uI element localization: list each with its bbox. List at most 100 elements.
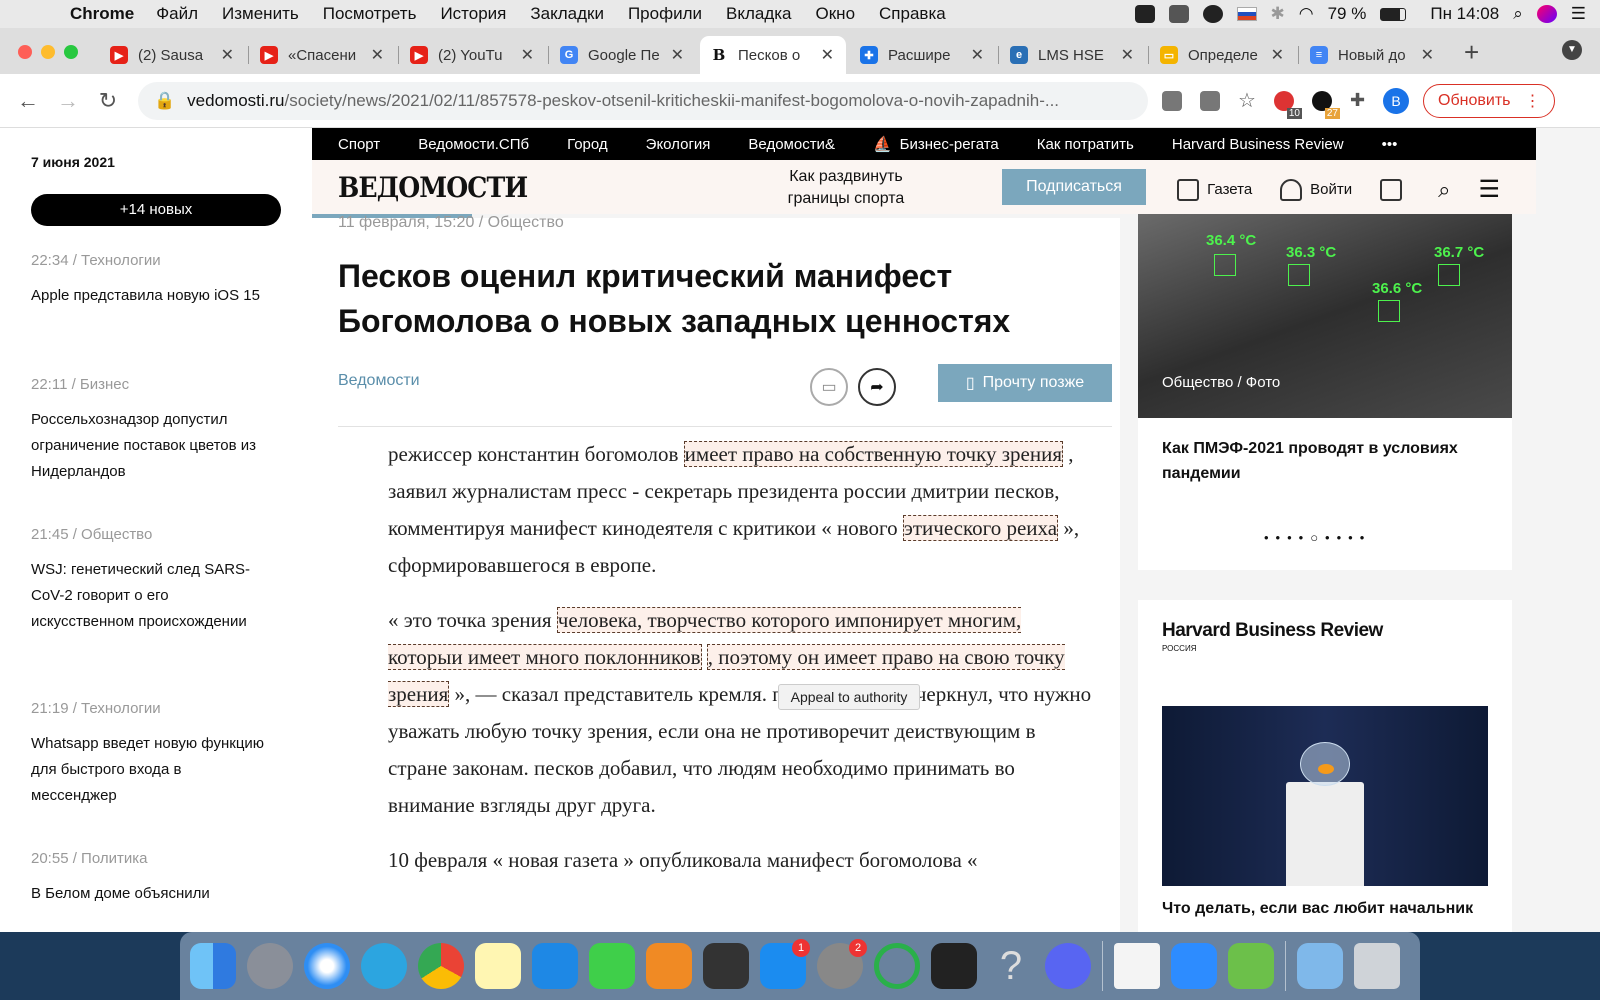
install-app-icon[interactable] — [1200, 90, 1220, 111]
list-item[interactable]: 21:45 / Общество WSJ: генетический след S… — [31, 526, 271, 635]
share-icon[interactable]: ➦ — [858, 368, 896, 406]
hamburger-menu-icon[interactable]: ☰ — [1478, 175, 1500, 204]
menu-window[interactable]: Окно — [816, 4, 856, 24]
lock-icon[interactable]: 🔒 — [154, 91, 175, 111]
discord-icon[interactable] — [1045, 943, 1091, 989]
tab-docs[interactable]: ≡ Новый до ✕ — [1300, 36, 1446, 74]
profile-avatar[interactable]: B — [1383, 87, 1410, 114]
highlighted-fragment[interactable]: имеет право на собственную точку зрения — [683, 441, 1064, 467]
article-source[interactable]: Ведомости — [338, 372, 420, 390]
menu-app-name[interactable]: Chrome — [70, 4, 134, 24]
app-store-icon[interactable]: 1 — [760, 939, 810, 989]
menu-edit[interactable]: Изменить — [222, 4, 299, 24]
clock[interactable]: Пн 14:08 — [1430, 4, 1499, 24]
card-title[interactable]: Как ПМЭФ-2021 проводят в условиях пандем… — [1162, 436, 1482, 486]
tab-extensions[interactable]: ✚ Расшире ✕ — [850, 36, 999, 74]
tab-vedomosti-active[interactable]: В Песков о ✕ — [700, 36, 846, 74]
carousel-dots[interactable]: ••••○•••• — [1264, 530, 1371, 545]
activity-ring-icon[interactable] — [874, 943, 920, 989]
hbr-logo[interactable]: Harvard Business Review РОССИЯ — [1162, 621, 1383, 658]
goldfish-pedestal-image[interactable] — [1162, 706, 1488, 886]
close-tab-icon[interactable]: ✕ — [821, 45, 834, 65]
nav-link-spb[interactable]: Ведомости.СПб — [418, 136, 529, 153]
extensions-puzzle-icon[interactable]: ✚ — [1350, 90, 1365, 111]
tab-youtube-3[interactable]: ▶ (2) YouTu ✕ — [400, 36, 549, 74]
bookmark-star-icon[interactable]: ☆ — [1238, 88, 1256, 113]
list-item[interactable]: 22:34 / Технологии Apple представила нову… — [31, 252, 271, 309]
nav-link-sport[interactable]: Спорт — [338, 136, 380, 153]
launchpad-icon[interactable] — [247, 943, 293, 989]
wifi-icon[interactable]: ◠ — [1299, 4, 1314, 24]
back-icon[interactable]: ← — [8, 88, 48, 114]
photo-story-card[interactable]: Как ПМЭФ-2021 проводят в условиях пандем… — [1138, 418, 1512, 570]
nav-link-vedomosti-and[interactable]: Ведомости& — [748, 136, 835, 153]
input-source-flag-icon[interactable] — [1236, 7, 1257, 21]
vedomosti-logo[interactable]: ВЕДОМОСТИ — [338, 171, 528, 204]
reload-icon[interactable]: ↻ — [88, 88, 128, 114]
menu-file[interactable]: Файл — [156, 4, 198, 24]
thermal-camera-photo[interactable]: 36.4 °C 36.3 °C 36.7 °C 36.6 °C Общество… — [1138, 214, 1512, 418]
close-tab-icon[interactable]: ✕ — [221, 45, 234, 65]
tab-lms[interactable]: e LMS HSE ✕ — [1000, 36, 1149, 74]
more-icon[interactable]: ••• — [1382, 136, 1398, 153]
menu-help[interactable]: Справка — [879, 4, 946, 24]
list-item[interactable]: 21:19 / Технологии Whatsapp введет новую … — [31, 700, 271, 809]
battery-icon[interactable] — [1380, 7, 1407, 21]
screen-record-icon[interactable] — [1134, 5, 1155, 23]
menu-view[interactable]: Посмотреть — [323, 4, 417, 24]
spotlight-icon[interactable]: ⌕ — [1513, 4, 1523, 24]
chrome-icon[interactable] — [418, 943, 464, 989]
extension-adblock-icon[interactable]: 10 — [1273, 90, 1302, 119]
nav-link-city[interactable]: Город — [567, 136, 608, 153]
promo-banner[interactable]: Как раздвинуть границы спорта — [766, 166, 926, 210]
news-title[interactable]: Whatsapp введет новую функцию для быстро… — [31, 731, 271, 809]
xcode-icon[interactable] — [532, 943, 578, 989]
tab-slides[interactable]: ▭ Определе ✕ — [1150, 36, 1299, 74]
new-tab-button[interactable]: + — [1464, 37, 1479, 68]
news-title[interactable]: Россельхознадзор допустил ограничение по… — [31, 407, 271, 485]
telegram-status-icon[interactable] — [1202, 5, 1223, 23]
nav-link-ecology[interactable]: Экология — [646, 136, 711, 153]
system-preferences-icon[interactable]: 2 — [817, 939, 867, 989]
news-title[interactable]: В Белом доме объяснили — [31, 881, 271, 907]
read-later-button[interactable]: ▯ Прочту позже — [938, 364, 1112, 402]
login-link[interactable]: Войти — [1280, 178, 1352, 201]
news-title[interactable]: Apple представила новую iOS 15 — [31, 283, 271, 309]
search-icon[interactable]: ⌕ — [1438, 177, 1450, 203]
close-tab-icon[interactable]: ✕ — [971, 45, 984, 65]
close-window-button[interactable] — [18, 45, 32, 59]
sublime-text-icon[interactable] — [703, 943, 749, 989]
menu-history[interactable]: История — [440, 4, 506, 24]
list-item[interactable]: 20:55 / Политика В Белом доме объяснили — [31, 850, 271, 907]
document-icon[interactable] — [1114, 943, 1160, 989]
trash-icon[interactable] — [1354, 943, 1400, 989]
books-icon[interactable] — [646, 943, 692, 989]
facetime-icon[interactable] — [589, 943, 635, 989]
list-item[interactable]: 22:11 / Бизнес Россельхознадзор допустил … — [31, 376, 271, 485]
tab-google[interactable]: G Google Пе ✕ — [550, 36, 696, 74]
minimize-window-button[interactable] — [41, 45, 55, 59]
address-bar[interactable]: 🔒 vedomosti.ru/society/news/2021/02/11/8… — [138, 81, 1148, 120]
folder-icon[interactable] — [1297, 943, 1343, 989]
close-tab-icon[interactable]: ✕ — [671, 45, 684, 65]
nav-link-spend[interactable]: Как потратить — [1037, 136, 1134, 153]
tab-search-icon[interactable]: ▼ — [1562, 40, 1582, 60]
tab-youtube-2[interactable]: ▶ «Спасени ✕ — [250, 36, 399, 74]
tab-youtube-1[interactable]: ▶ (2) Sausa ✕ — [100, 36, 249, 74]
close-tab-icon[interactable]: ✕ — [371, 45, 384, 65]
kebab-menu-icon[interactable]: ⋮ — [1524, 91, 1540, 111]
finder-icon[interactable] — [190, 943, 236, 989]
comments-icon[interactable] — [1380, 178, 1403, 201]
qr-code-icon[interactable] — [1162, 90, 1182, 111]
telegram-icon[interactable] — [361, 943, 407, 989]
comment-icon[interactable]: ▭ — [810, 368, 848, 406]
safari-icon[interactable] — [304, 943, 350, 989]
zoom-window-button[interactable] — [64, 45, 78, 59]
docker-icon[interactable] — [1168, 5, 1189, 23]
nav-link-regatta[interactable]: Бизнес-регата — [900, 136, 999, 153]
checkmark-app-icon[interactable] — [1228, 943, 1274, 989]
highlighted-fragment[interactable]: этического реиха — [902, 515, 1059, 541]
close-tab-icon[interactable]: ✕ — [521, 45, 534, 65]
close-tab-icon[interactable]: ✕ — [1121, 45, 1134, 65]
bluetooth-icon[interactable]: ✱ — [1271, 4, 1285, 24]
